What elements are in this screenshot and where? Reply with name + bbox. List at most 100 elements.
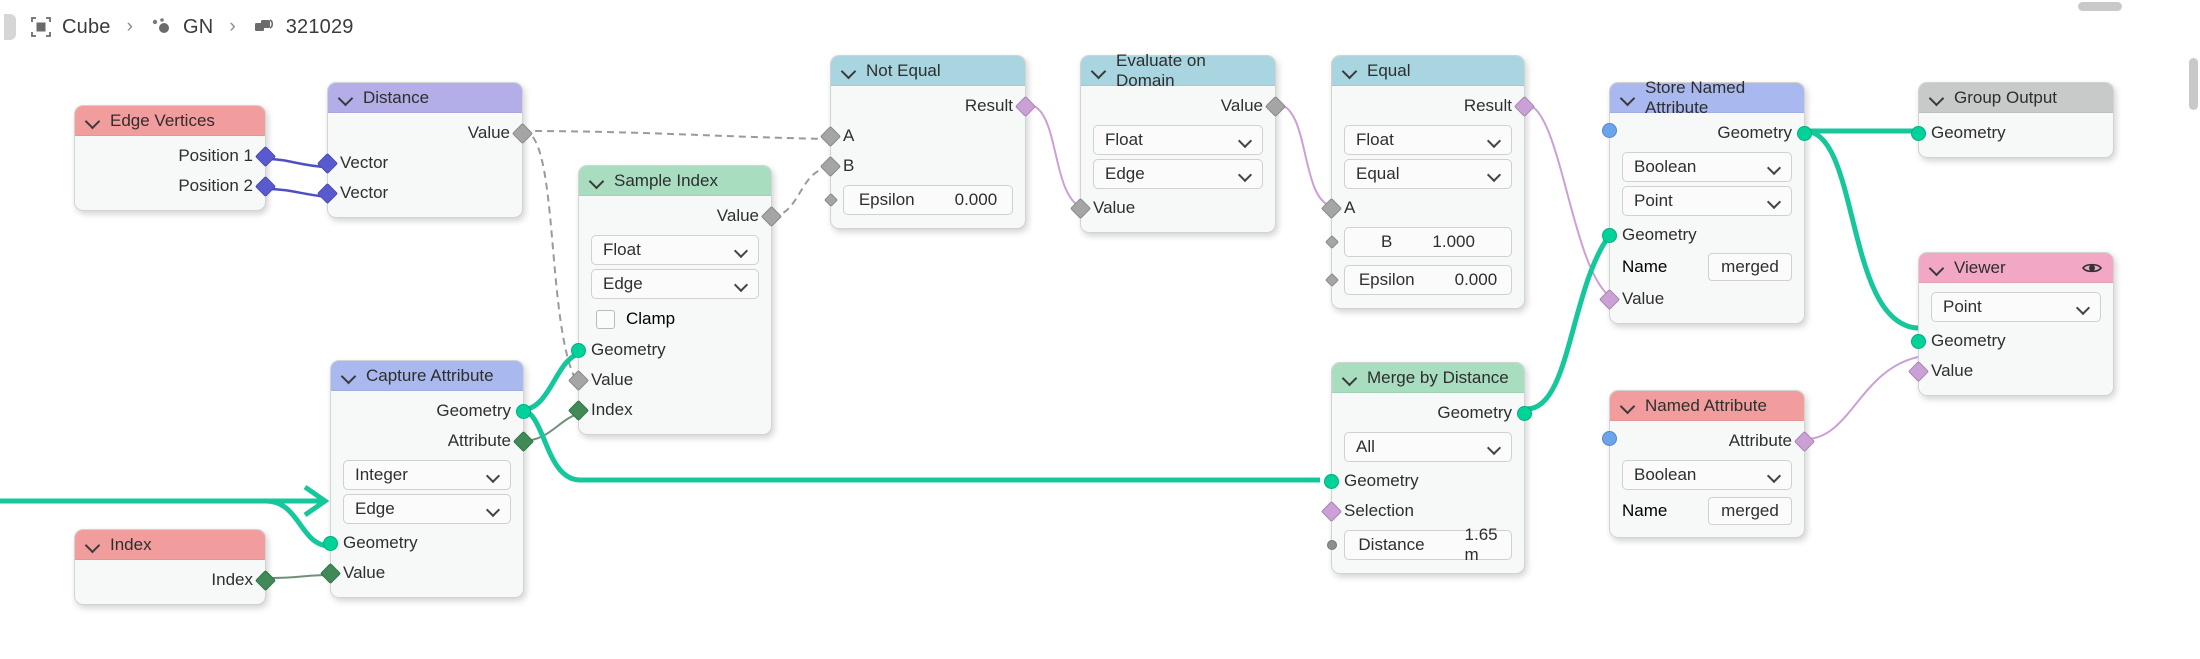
node-header-group-output[interactable]: Group Output xyxy=(1919,83,2113,113)
socket-output-result[interactable] xyxy=(1513,95,1536,118)
value-field-b[interactable]: B 1.000 xyxy=(1344,227,1512,257)
socket-output-geometry[interactable] xyxy=(1797,126,1812,141)
node-viewer[interactable]: Viewer Point Geometry Value xyxy=(1907,252,2114,396)
node-store-named-attribute[interactable]: Store Named Attribute Geometry Boolean P… xyxy=(1598,78,1812,324)
socket-input-geometry[interactable] xyxy=(1911,126,1926,141)
socket-input-vector-2[interactable] xyxy=(316,182,339,205)
node-header-named-attribute[interactable]: Named Attribute xyxy=(1610,391,1804,421)
node-evaluate-on-domain[interactable]: Evaluate on Domain Value Float Edge Valu… xyxy=(1069,51,1287,233)
breadcrumb-item-object[interactable]: Cube xyxy=(30,16,111,39)
vertical-scrollbar[interactable] xyxy=(2189,58,2198,110)
node-index[interactable]: Index Index xyxy=(74,529,277,605)
chevron-down-icon[interactable] xyxy=(1092,66,1106,75)
socket-input-geometry[interactable] xyxy=(1602,228,1617,243)
socket-output-geometry[interactable] xyxy=(516,404,531,419)
checkbox-clamp[interactable] xyxy=(596,309,615,329)
chevron-down-icon[interactable] xyxy=(342,371,356,380)
node-header-store-named-attribute[interactable]: Store Named Attribute xyxy=(1610,78,1804,117)
dropdown-data-type[interactable]: Float xyxy=(1344,125,1512,155)
socket-input-epsilon[interactable] xyxy=(823,192,839,208)
dropdown-domain[interactable]: Edge xyxy=(591,269,759,299)
socket-input-epsilon[interactable] xyxy=(1324,272,1340,288)
node-canvas[interactable]: Edge Vertices Position 1 Position 2 Dist… xyxy=(0,0,2200,659)
socket-input-geometry[interactable] xyxy=(571,343,586,358)
node-header-evaluate-on-domain[interactable]: Evaluate on Domain xyxy=(1081,51,1275,90)
node-group-output[interactable]: Group Output Geometry xyxy=(1911,82,2114,158)
chevron-down-icon[interactable] xyxy=(339,93,353,102)
node-header-capture-attribute[interactable]: Capture Attribute xyxy=(331,361,523,391)
value-field-epsilon[interactable]: Epsilon 0.000 xyxy=(1344,265,1512,295)
value-field-epsilon[interactable]: Epsilon 0.000 xyxy=(843,185,1013,215)
node-header-equal[interactable]: Equal xyxy=(1332,56,1524,86)
node-named-attribute[interactable]: Named Attribute Attribute Boolean Name m… xyxy=(1602,390,1816,538)
chevron-down-icon[interactable] xyxy=(1343,373,1357,382)
socket-input-distance[interactable] xyxy=(1327,540,1337,550)
checkbox-row-clamp[interactable]: Clamp xyxy=(579,303,771,335)
socket-input-geometry[interactable] xyxy=(323,536,338,551)
eye-icon[interactable] xyxy=(2082,261,2102,275)
chevron-down-icon[interactable] xyxy=(86,540,100,549)
node-equal[interactable]: Equal Result Float Equal A B 1.000 Epsil… xyxy=(1320,55,1536,309)
socket-input-selection[interactable] xyxy=(1320,500,1343,523)
chevron-down-icon[interactable] xyxy=(590,176,604,185)
node-header-index[interactable]: Index xyxy=(75,530,265,560)
socket-output-index[interactable] xyxy=(254,569,277,592)
dropdown-domain[interactable]: Edge xyxy=(1093,159,1263,189)
socket-input-name[interactable] xyxy=(1602,123,1617,138)
socket-input-value[interactable] xyxy=(319,562,342,585)
socket-input-value[interactable] xyxy=(1907,360,1930,383)
node-merge-by-distance[interactable]: Merge by Distance Geometry All Geometry … xyxy=(1320,362,1532,574)
value-field-distance[interactable]: Distance 1.65 m xyxy=(1344,525,1512,564)
chevron-down-icon[interactable] xyxy=(1343,66,1357,75)
chevron-down-icon[interactable] xyxy=(86,116,100,125)
node-capture-attribute[interactable]: Capture Attribute Geometry Attribute Int… xyxy=(319,360,535,598)
socket-output-value[interactable] xyxy=(760,205,783,228)
socket-output-position-2[interactable] xyxy=(254,175,277,198)
dropdown-mode[interactable]: All xyxy=(1344,432,1512,462)
chevron-down-icon[interactable] xyxy=(1930,263,1944,272)
node-header-viewer[interactable]: Viewer xyxy=(1919,253,2113,283)
text-field-name[interactable]: merged xyxy=(1708,253,1792,281)
node-not-equal[interactable]: Not Equal Result A B Epsilon 0.000 xyxy=(819,55,1037,229)
node-header-merge-by-distance[interactable]: Merge by Distance xyxy=(1332,363,1524,393)
dropdown-data-type[interactable]: Float xyxy=(591,235,759,265)
dropdown-data-type[interactable]: Boolean xyxy=(1622,152,1792,182)
socket-input-a[interactable] xyxy=(819,125,842,148)
breadcrumb-item-modifier[interactable]: GN xyxy=(149,16,213,39)
socket-output-value[interactable] xyxy=(1264,95,1287,118)
chevron-down-icon[interactable] xyxy=(842,66,856,75)
chevron-down-icon[interactable] xyxy=(1621,93,1635,102)
dropdown-data-type[interactable]: Boolean xyxy=(1622,460,1792,490)
dropdown-domain[interactable]: Point xyxy=(1622,186,1792,216)
socket-input-value[interactable] xyxy=(1598,288,1621,311)
socket-input-a[interactable] xyxy=(1320,197,1343,220)
socket-output-attribute[interactable] xyxy=(512,430,535,453)
text-field-name[interactable]: merged xyxy=(1708,497,1792,525)
socket-input-index[interactable] xyxy=(567,399,590,422)
socket-input-geometry[interactable] xyxy=(1324,474,1339,489)
socket-output-position-1[interactable] xyxy=(254,145,277,168)
horizontal-scrollbar[interactable] xyxy=(2078,2,2122,11)
dropdown-domain[interactable]: Point xyxy=(1931,292,2101,322)
socket-input-name[interactable] xyxy=(1602,431,1617,446)
node-header-not-equal[interactable]: Not Equal xyxy=(831,56,1025,86)
socket-output-value[interactable] xyxy=(511,122,534,145)
node-header-sample-index[interactable]: Sample Index xyxy=(579,166,771,196)
dropdown-data-type[interactable]: Float xyxy=(1093,125,1263,155)
chevron-down-icon[interactable] xyxy=(1621,401,1635,410)
socket-input-value[interactable] xyxy=(567,369,590,392)
node-header-distance[interactable]: Distance xyxy=(328,83,522,113)
socket-input-b[interactable] xyxy=(1324,234,1340,250)
socket-output-result[interactable] xyxy=(1014,95,1037,118)
socket-input-b[interactable] xyxy=(819,155,842,178)
chevron-down-icon[interactable] xyxy=(1930,93,1944,102)
dropdown-domain[interactable]: Edge xyxy=(343,494,511,524)
dropdown-data-type[interactable]: Integer xyxy=(343,460,511,490)
node-edge-vertices[interactable]: Edge Vertices Position 1 Position 2 xyxy=(74,105,277,211)
socket-input-geometry[interactable] xyxy=(1911,334,1926,349)
dropdown-operation[interactable]: Equal xyxy=(1344,159,1512,189)
socket-input-value[interactable] xyxy=(1069,197,1092,220)
sidebar-toggle-handle[interactable] xyxy=(4,14,16,40)
node-distance[interactable]: Distance Value Vector Vector xyxy=(316,82,534,218)
breadcrumb-item-nodetree[interactable]: 321029 xyxy=(252,16,354,39)
